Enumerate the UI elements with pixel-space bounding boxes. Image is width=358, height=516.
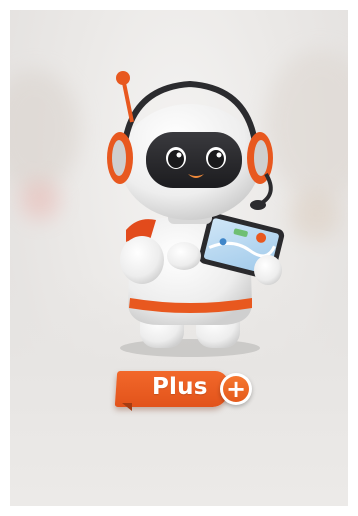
plus-label: Plus [152, 374, 208, 400]
mascot-scene: Plus + [10, 10, 348, 506]
robot-mascot [107, 71, 285, 357]
poster-frame: Plus + [0, 0, 358, 516]
plus-icon: + [220, 373, 252, 405]
plus-badge[interactable]: Plus + [114, 367, 252, 411]
